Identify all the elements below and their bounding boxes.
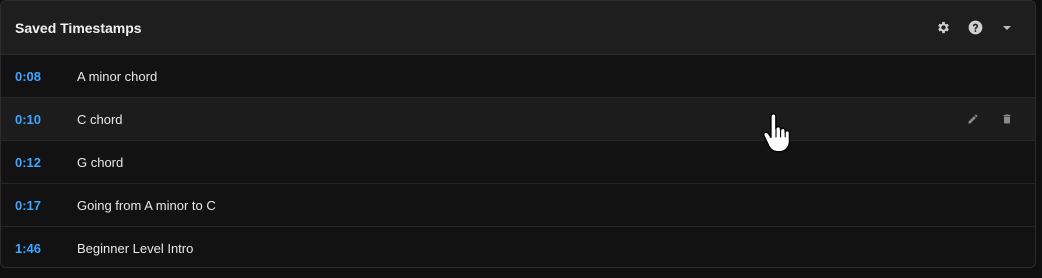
- timestamp-link[interactable]: 1:46: [1, 241, 77, 256]
- timestamp-row[interactable]: 1:46 Beginner Level Intro: [1, 227, 1035, 267]
- chevron-down-icon[interactable]: [999, 20, 1015, 36]
- timestamp-label: G chord: [77, 154, 124, 170]
- gear-icon[interactable]: [935, 20, 951, 36]
- saved-timestamps-panel: Saved Timestamps 0:08 A minor chord 0:10…: [0, 0, 1036, 268]
- row-actions: [967, 98, 1013, 140]
- timestamp-link[interactable]: 0:12: [1, 155, 77, 170]
- timestamp-link[interactable]: 0:17: [1, 198, 77, 213]
- pencil-icon[interactable]: [967, 113, 979, 125]
- timestamp-row[interactable]: 0:12 G chord: [1, 141, 1035, 184]
- timestamp-row[interactable]: 0:10 C chord: [1, 98, 1035, 141]
- timestamp-label: Going from A minor to C: [77, 197, 216, 213]
- help-icon[interactable]: [967, 20, 983, 36]
- timestamp-label: C chord: [77, 111, 123, 127]
- timestamp-row[interactable]: 0:17 Going from A minor to C: [1, 184, 1035, 227]
- trash-icon[interactable]: [1001, 113, 1013, 125]
- timestamp-row[interactable]: 0:08 A minor chord: [1, 55, 1035, 98]
- panel-title: Saved Timestamps: [15, 19, 142, 36]
- timestamp-label: Beginner Level Intro: [77, 241, 194, 256]
- panel-header: Saved Timestamps: [1, 1, 1035, 55]
- timestamp-link[interactable]: 0:08: [1, 69, 77, 84]
- header-actions: [935, 20, 1015, 36]
- timestamp-label: A minor chord: [77, 68, 158, 84]
- timestamp-link[interactable]: 0:10: [1, 112, 77, 127]
